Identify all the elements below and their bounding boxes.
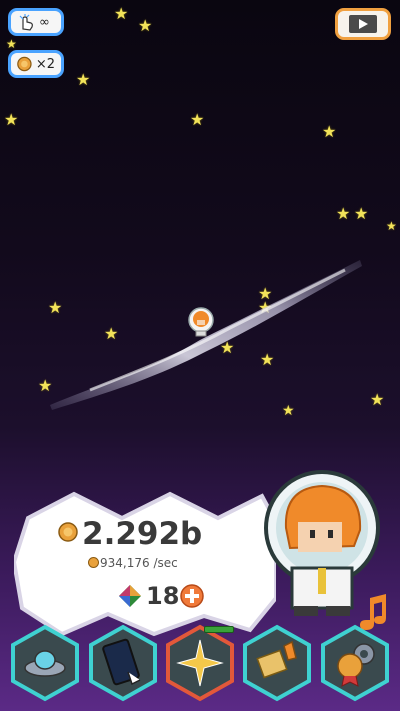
progress-bar xyxy=(204,626,234,633)
star-button[interactable] xyxy=(165,624,235,702)
astronaut-small[interactable] xyxy=(187,307,215,337)
gem-icon xyxy=(119,585,141,607)
coin-boost-button[interactable]: ×2 xyxy=(8,50,64,78)
coin-icon xyxy=(17,56,32,72)
star-icon: ★ xyxy=(76,70,91,89)
star-icon: ★ xyxy=(354,204,369,223)
tap-boost-label: ∞ xyxy=(39,14,50,30)
hand-tap-icon xyxy=(19,14,33,31)
gem-count: 18 xyxy=(146,582,180,610)
tap-boost-button[interactable]: ∞ xyxy=(8,8,64,36)
video-ad-button[interactable] xyxy=(335,8,391,40)
coin-icon xyxy=(58,522,78,542)
star-icon: ★ xyxy=(6,37,17,51)
star-icon: ★ xyxy=(190,110,205,129)
coin-icon xyxy=(88,557,99,568)
ufo-button[interactable] xyxy=(10,624,80,702)
rocket-button[interactable] xyxy=(242,624,312,702)
coin-multiplier-label: ×2 xyxy=(35,56,55,72)
plus-icon[interactable] xyxy=(180,584,204,608)
star-icon: ★ xyxy=(114,4,129,23)
star-icon: ★ xyxy=(386,219,397,233)
star-icon: ★ xyxy=(336,204,351,223)
coins-per-second: 934,176 /sec xyxy=(100,556,178,570)
medal-settings-button[interactable] xyxy=(320,624,390,702)
video-ad-icon xyxy=(349,15,377,33)
coin-total: 2.292b xyxy=(82,516,203,552)
star-icon: ★ xyxy=(322,122,337,141)
star-icon: ★ xyxy=(138,16,153,35)
star-icon: ★ xyxy=(4,110,19,129)
phone-button[interactable] xyxy=(88,624,158,702)
